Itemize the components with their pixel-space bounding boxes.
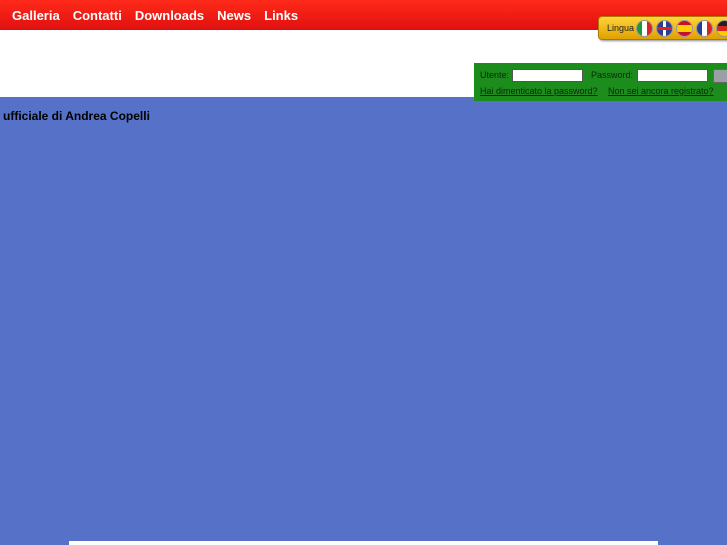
password-input[interactable]: [637, 69, 708, 82]
nav-links[interactable]: Links: [264, 8, 298, 23]
italian-flag-icon[interactable]: [636, 20, 653, 37]
page-headline: ufficiale di Andrea Copelli: [3, 109, 150, 123]
spanish-flag-icon[interactable]: [676, 20, 693, 37]
nav-galleria[interactable]: Galleria: [12, 8, 60, 23]
nav-downloads[interactable]: Downloads: [135, 8, 204, 23]
nav-news[interactable]: News: [217, 8, 251, 23]
nav-contatti[interactable]: Contatti: [73, 8, 122, 23]
forgot-password-link[interactable]: Hai dimenticato la password?: [480, 86, 598, 96]
language-selector: Lingua: [598, 16, 727, 40]
login-panel: Utente: Password: Hai dimenticato la pas…: [474, 63, 727, 101]
language-label: Lingua: [607, 23, 635, 33]
main-nav: Galleria Contatti Downloads News Links: [12, 8, 298, 23]
english-flag-icon[interactable]: [656, 20, 673, 37]
user-input[interactable]: [512, 69, 583, 82]
register-link[interactable]: Non sei ancora registrato?: [608, 86, 714, 96]
content-panel: [69, 541, 658, 545]
password-label: Password:: [591, 70, 634, 80]
german-flag-icon[interactable]: [716, 20, 727, 37]
user-label: Utente:: [480, 70, 510, 80]
french-flag-icon[interactable]: [696, 20, 713, 37]
login-button[interactable]: [713, 69, 727, 83]
